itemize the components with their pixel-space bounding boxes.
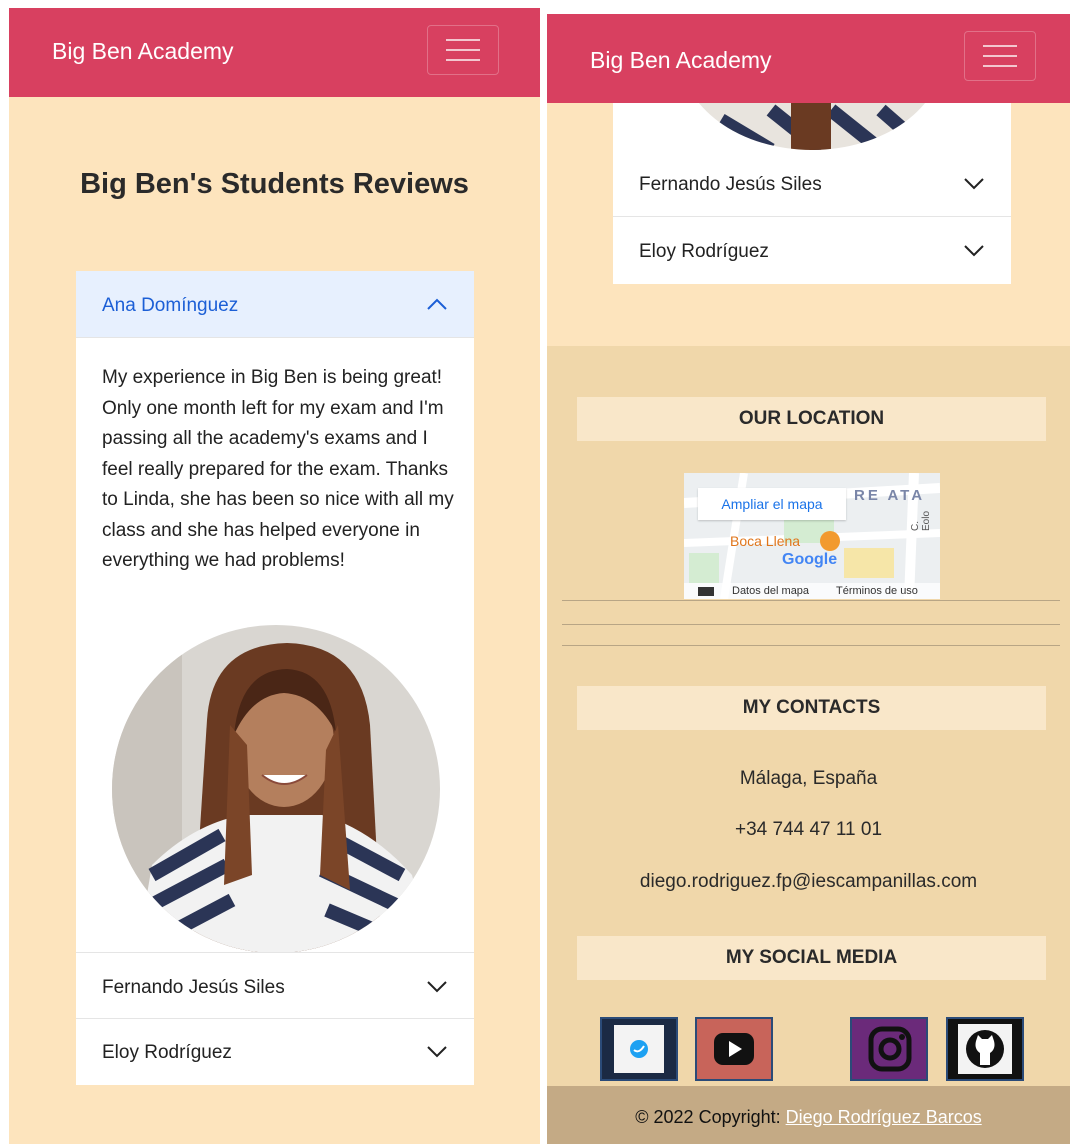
accordion-header-eloy[interactable]: Eloy Rodríguez: [613, 217, 1011, 284]
reviewer-name: Fernando Jesús Siles: [639, 174, 822, 195]
divider: [562, 600, 1060, 601]
map-attribution: Datos del mapa Términos de uso: [684, 583, 940, 599]
map-data-link[interactable]: Datos del mapa: [732, 583, 809, 599]
reviewer-name: Fernando Jesús Siles: [102, 977, 285, 998]
navbar: Big Ben Academy: [547, 14, 1070, 103]
chevron-down-icon: [964, 178, 984, 190]
twitter-icon: [614, 1025, 664, 1073]
accordion-header-fernando[interactable]: Fernando Jesús Siles: [613, 150, 1011, 217]
expand-map-button[interactable]: Ampliar el mapa: [698, 488, 846, 520]
accordion-header-ana[interactable]: Ana Domínguez: [76, 271, 474, 338]
instagram-link[interactable]: [850, 1017, 928, 1081]
map-terms-link[interactable]: Términos de uso: [836, 583, 918, 599]
accordion-header-eloy[interactable]: Eloy Rodríguez: [76, 1018, 474, 1085]
navbar: Big Ben Academy: [9, 8, 540, 97]
reviewer-name: Ana Domínguez: [102, 295, 239, 316]
chevron-down-icon: [427, 981, 447, 993]
chevron-down-icon: [964, 245, 984, 257]
divider: [562, 645, 1060, 646]
social-heading: MY SOCIAL MEDIA: [577, 936, 1046, 980]
location-heading: OUR LOCATION: [577, 397, 1046, 441]
keyboard-icon[interactable]: [698, 587, 714, 596]
brand-link[interactable]: Big Ben Academy: [590, 47, 772, 74]
map-place-label: Boca Llena: [730, 533, 801, 549]
twitter-link[interactable]: [600, 1017, 678, 1081]
copyright-bar: © 2022 Copyright: Diego Rodríguez Barcos: [547, 1086, 1070, 1144]
copyright-text: © 2022 Copyright:: [635, 1107, 786, 1127]
google-logo: Google: [782, 551, 838, 568]
youtube-link[interactable]: [695, 1017, 773, 1081]
location-map[interactable]: RE ATA C. Eolo Ampliar el mapa Boca Llen…: [684, 473, 940, 599]
author-link[interactable]: Diego Rodríguez Barcos: [786, 1107, 982, 1127]
contact-city: Málaga, España: [739, 768, 878, 789]
github-link[interactable]: [946, 1017, 1024, 1081]
reviews-accordion: Ana Domínguez My experience in Big Ben i…: [76, 271, 474, 1085]
screen-right: Big Ben Academy Fernando Jesús Siles Elo…: [547, 14, 1070, 1144]
brand-link[interactable]: Big Ben Academy: [52, 38, 234, 65]
contact-phone: +34 744 47 11 01: [734, 819, 883, 840]
menu-toggle-button[interactable]: [964, 31, 1036, 81]
review-text: My experience in Big Ben is being great!…: [102, 367, 454, 571]
instagram-icon: [868, 1026, 912, 1072]
reviewer-photo: [112, 625, 440, 953]
reviews-accordion: Fernando Jesús Siles Eloy Rodríguez: [613, 14, 1011, 284]
map-side-street: C. Eolo: [910, 510, 932, 531]
page-title: Big Ben's Students Reviews: [80, 168, 469, 200]
screen-left: Big Ben Academy Big Ben's Students Revie…: [9, 8, 540, 1144]
github-icon: [958, 1024, 1012, 1074]
divider: [562, 624, 1060, 625]
reviewer-name: Eloy Rodríguez: [102, 1042, 232, 1063]
youtube-icon: [714, 1033, 754, 1065]
chevron-up-icon: [427, 298, 447, 310]
contact-email: diego.rodriguez.fp@iescampanillas.com: [639, 871, 978, 892]
chevron-down-icon: [427, 1046, 447, 1058]
menu-toggle-button[interactable]: [427, 25, 499, 75]
accordion-header-fernando[interactable]: Fernando Jesús Siles: [76, 952, 474, 1019]
reviewer-name: Eloy Rodríguez: [639, 241, 769, 262]
contacts-heading: MY CONTACTS: [577, 686, 1046, 730]
